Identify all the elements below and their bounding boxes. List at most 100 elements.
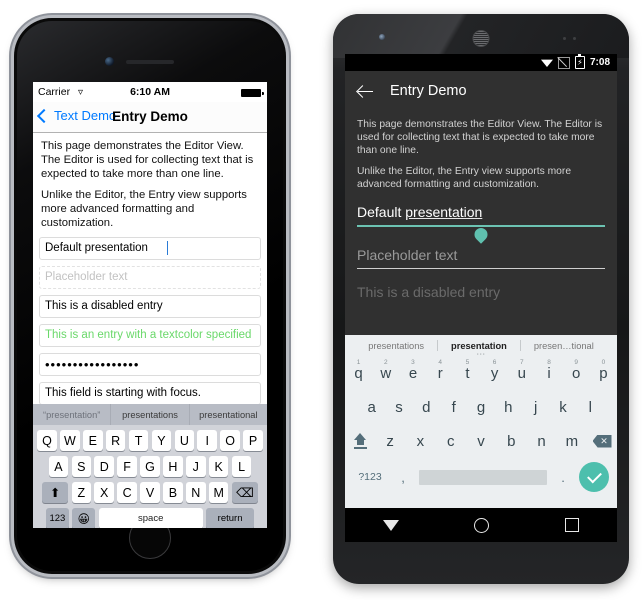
shift-icon[interactable]: ⬆	[42, 482, 69, 503]
key-c[interactable]: C	[117, 482, 137, 503]
key-q[interactable]: 1q	[345, 359, 372, 382]
key-m[interactable]: m	[557, 433, 587, 450]
entry-value: Default presentation	[45, 242, 148, 255]
key-k[interactable]: k	[549, 399, 576, 416]
entry-placeholder[interactable]: Placeholder text	[39, 265, 261, 289]
period-key[interactable]: .	[553, 470, 573, 485]
return-key[interactable]: return	[206, 508, 255, 528]
key-f[interactable]: f	[440, 399, 467, 416]
suggestion-0[interactable]: “presentation”	[33, 404, 112, 425]
ios-key-row-1: QWERTYUIOP	[33, 430, 267, 451]
key-s[interactable]: S	[71, 456, 92, 477]
android-keyboard: presentations presentation presen…tional…	[345, 335, 617, 508]
key-n[interactable]: N	[186, 482, 206, 503]
key-z[interactable]: Z	[71, 482, 92, 503]
key-q[interactable]: Q	[37, 430, 57, 451]
key-r[interactable]: R	[105, 430, 126, 451]
backspace-icon[interactable]: ✕	[587, 434, 617, 448]
key-b[interactable]: b	[496, 433, 526, 450]
entry-value-plain: Default	[357, 204, 406, 221]
key-w[interactable]: W	[60, 430, 80, 451]
symbols-key[interactable]: ?123	[353, 471, 387, 483]
entry-default-presentation[interactable]: Default presentation	[357, 201, 605, 244]
space-key[interactable]: space	[98, 508, 203, 528]
key-x[interactable]: X	[94, 482, 114, 503]
key-y[interactable]: 6y	[481, 359, 508, 382]
nav-home-circle-icon[interactable]	[474, 517, 490, 533]
suggestion-2[interactable]: presen…tional	[521, 341, 607, 351]
key-z[interactable]: z	[375, 433, 405, 450]
key-i[interactable]: I	[197, 430, 217, 451]
entry-placeholder[interactable]: Placeholder text	[357, 244, 605, 269]
key-l[interactable]: l	[577, 399, 604, 416]
check-icon[interactable]	[579, 462, 609, 492]
key-n[interactable]: n	[526, 433, 556, 450]
key-a[interactable]: A	[48, 456, 69, 477]
entry-value-marked: presentation	[405, 204, 483, 221]
key-l[interactable]: L	[231, 456, 252, 477]
key-c[interactable]: c	[436, 433, 466, 450]
key-s[interactable]: s	[385, 399, 412, 416]
key-g[interactable]: g	[467, 399, 494, 416]
key-r[interactable]: 4r	[427, 359, 454, 382]
more-dots-icon[interactable]: ⋯	[476, 350, 486, 359]
numeric-key[interactable]: 123	[45, 508, 69, 528]
nav-back-triangle-icon[interactable]	[382, 519, 399, 531]
key-t[interactable]: 5t	[454, 359, 481, 382]
key-p[interactable]: P	[243, 430, 263, 451]
android-key-row-3: zxcvbnm ✕	[345, 424, 617, 458]
key-number-hint: 2	[383, 358, 388, 366]
key-v[interactable]: V	[140, 482, 160, 503]
backspace-icon[interactable]: ⌫	[231, 482, 258, 503]
key-g[interactable]: G	[140, 456, 160, 477]
key-e[interactable]: E	[83, 430, 103, 451]
key-h[interactable]: H	[163, 456, 183, 477]
key-u[interactable]: U	[174, 430, 195, 451]
suggestion-0[interactable]: presentations	[355, 341, 437, 351]
key-o[interactable]: 9o	[563, 359, 590, 382]
key-h[interactable]: h	[495, 399, 522, 416]
key-w[interactable]: 2w	[372, 359, 399, 382]
key-d[interactable]: d	[413, 399, 440, 416]
entry-textcolor[interactable]: This is an entry with a textcolor specif…	[39, 323, 261, 347]
page-title: Entry Demo	[390, 83, 467, 99]
key-t[interactable]: T	[128, 430, 149, 451]
key-e[interactable]: 3e	[399, 359, 426, 382]
suggestion-2[interactable]: presentational	[190, 404, 267, 425]
entry-default-presentation[interactable]: Default presentation	[39, 236, 261, 260]
key-m[interactable]: M	[208, 482, 229, 503]
key-x[interactable]: x	[405, 433, 435, 450]
key-b[interactable]: B	[163, 482, 183, 503]
earpiece-speaker-icon	[126, 60, 174, 64]
key-a[interactable]: a	[358, 399, 385, 416]
key-i[interactable]: 8i	[535, 359, 562, 382]
key-number-hint: 4	[438, 358, 442, 366]
suggestion-1[interactable]: presentations	[111, 404, 190, 425]
battery-full-icon	[241, 89, 264, 97]
ios-keyboard: “presentation” presentations presentatio…	[33, 404, 267, 528]
key-d[interactable]: D	[94, 456, 114, 477]
key-p[interactable]: 0p	[590, 359, 617, 382]
key-number-hint: 0	[601, 358, 606, 366]
text-selection-handle[interactable]	[471, 225, 491, 244]
entry-focused[interactable]: This field is starting with focus.	[39, 381, 261, 405]
front-camera-icon	[379, 34, 385, 40]
nav-recents-square-icon[interactable]	[565, 518, 580, 532]
emoji-icon[interactable]: 😀	[72, 508, 96, 528]
key-j[interactable]: j	[522, 399, 549, 416]
key-v[interactable]: v	[466, 433, 496, 450]
description-paragraph-2: Unlike the Editor, the Entry view suppor…	[41, 189, 247, 229]
key-k[interactable]: K	[208, 456, 229, 477]
comma-key[interactable]: ,	[393, 470, 413, 485]
key-u[interactable]: 7u	[508, 359, 535, 382]
arrow-left-icon[interactable]	[357, 83, 373, 99]
shift-caps-icon[interactable]	[345, 433, 375, 449]
space-key[interactable]	[419, 469, 547, 485]
key-o[interactable]: O	[220, 430, 240, 451]
key-y[interactable]: Y	[151, 430, 172, 451]
key-j[interactable]: J	[186, 456, 206, 477]
ios-content: This page demonstrates the Editor View. …	[33, 140, 267, 405]
key-f[interactable]: F	[117, 456, 137, 477]
entry-password[interactable]: •••••••••••••••••	[39, 352, 261, 376]
wifi-icon	[540, 59, 553, 67]
